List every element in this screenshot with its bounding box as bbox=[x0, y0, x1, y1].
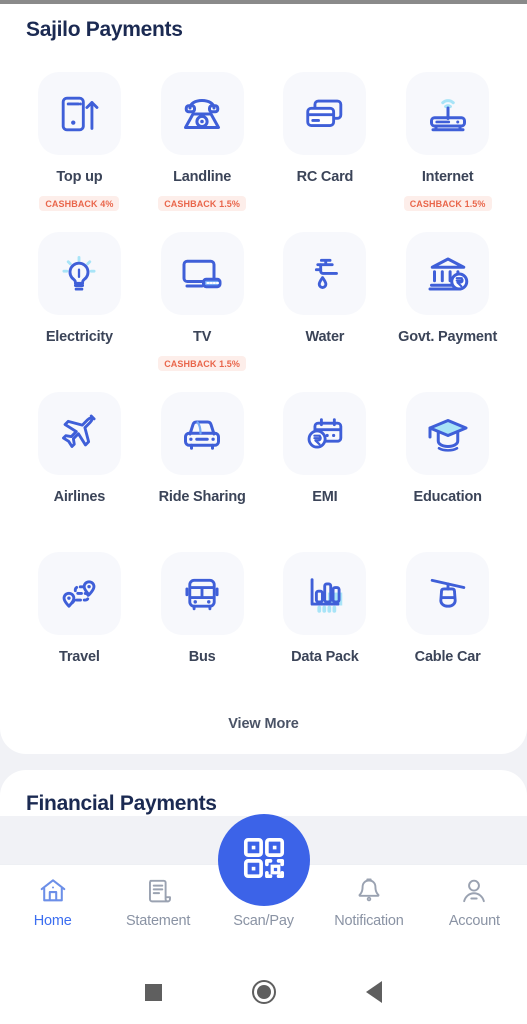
recents-button[interactable] bbox=[99, 983, 209, 1001]
cashback-badge bbox=[73, 516, 85, 521]
cashback-badge bbox=[73, 356, 85, 361]
home-icon bbox=[38, 875, 68, 906]
service-tile-label: Ride Sharing bbox=[158, 489, 246, 505]
service-tile-label: Electricity bbox=[45, 329, 113, 345]
car-icon bbox=[160, 392, 244, 475]
service-tile-internet[interactable]: Internet CASHBACK 1.5% bbox=[386, 64, 509, 224]
view-more-button[interactable]: View More bbox=[228, 716, 299, 732]
bus-icon bbox=[160, 552, 244, 635]
service-tile-label: Top up bbox=[56, 169, 103, 185]
service-tile-data-pack[interactable]: Data Pack bbox=[264, 544, 387, 704]
service-tile-label: Water bbox=[305, 329, 345, 345]
service-tile-top-up[interactable]: Top up CASHBACK 4% bbox=[18, 64, 141, 224]
back-button[interactable] bbox=[319, 981, 429, 1003]
service-tile-label: Data Pack bbox=[291, 649, 359, 665]
service-tile-label: RC Card bbox=[296, 169, 354, 185]
cable-car-icon bbox=[406, 552, 490, 635]
cashback-badge: CASHBACK 4% bbox=[39, 195, 120, 211]
recents-square-icon bbox=[145, 983, 162, 1001]
cashback-badge bbox=[319, 196, 331, 201]
service-tile-airlines[interactable]: Airlines bbox=[18, 384, 141, 544]
route-map-icon bbox=[37, 552, 121, 635]
card-divider-gap bbox=[0, 754, 527, 770]
cashback-badge bbox=[319, 516, 331, 521]
water-tap-icon bbox=[283, 232, 367, 315]
cashback-badge: CASHBACK 1.5% bbox=[158, 355, 247, 371]
credit-cards-icon bbox=[283, 72, 367, 155]
airplane-icon bbox=[37, 392, 121, 475]
television-icon bbox=[160, 232, 244, 315]
cashback-badge bbox=[319, 676, 331, 681]
graduation-cap-icon bbox=[406, 392, 490, 475]
android-system-navigation bbox=[0, 960, 527, 1024]
services-grid: Top up CASHBACK 4% Landline CASHBACK 1.5% … bbox=[0, 42, 527, 704]
financial-payments-title: Financial Payments bbox=[26, 792, 217, 815]
cashback-badge bbox=[196, 516, 208, 521]
qr-code-icon bbox=[241, 835, 287, 886]
cashback-badge: CASHBACK 1.5% bbox=[403, 195, 492, 211]
cashback-badge bbox=[442, 356, 454, 361]
nav-item-label: Statement bbox=[125, 913, 191, 929]
nav-item-label: Account bbox=[448, 913, 500, 929]
service-tile-label: Airlines bbox=[53, 489, 106, 505]
service-tile-bus[interactable]: Bus bbox=[141, 544, 264, 704]
financial-payments-card: Financial Payments bbox=[0, 770, 527, 816]
nav-item-label: Home bbox=[33, 913, 72, 929]
light-bulb-icon bbox=[37, 232, 121, 315]
service-tile-tv[interactable]: TV CASHBACK 1.5% bbox=[141, 224, 264, 384]
service-tile-label: Govt. Payment bbox=[398, 329, 498, 345]
bell-icon bbox=[354, 875, 384, 906]
service-tile-label: Bus bbox=[188, 649, 216, 665]
back-triangle-icon bbox=[365, 981, 382, 1003]
service-tile-cable-car[interactable]: Cable Car bbox=[386, 544, 509, 704]
person-icon bbox=[459, 875, 489, 906]
nav-item-label: Scan/Pay bbox=[233, 913, 294, 929]
statement-icon bbox=[143, 875, 173, 906]
service-tile-label: Education bbox=[413, 489, 482, 505]
service-tile-label: Travel bbox=[59, 649, 100, 665]
service-tile-landline[interactable]: Landline CASHBACK 1.5% bbox=[141, 64, 264, 224]
nav-item-notification[interactable]: Notification bbox=[316, 875, 421, 929]
nav-item-home[interactable]: Home bbox=[0, 875, 105, 929]
nav-item-account[interactable]: Account bbox=[422, 875, 527, 929]
home-button[interactable] bbox=[209, 980, 319, 1004]
nav-item-label: Notification bbox=[334, 913, 404, 929]
service-tile-label: Landline bbox=[173, 169, 232, 185]
page-title: Sajilo Payments bbox=[26, 18, 183, 41]
government-bank-icon bbox=[406, 232, 490, 315]
nav-item-statement[interactable]: Statement bbox=[105, 875, 210, 929]
service-tile-emi[interactable]: EMI bbox=[264, 384, 387, 544]
landline-phone-icon bbox=[160, 72, 244, 155]
service-tile-label: EMI bbox=[312, 489, 338, 505]
cashback-badge bbox=[442, 676, 454, 681]
bar-chart-icon bbox=[283, 552, 367, 635]
calendar-rupee-icon bbox=[283, 392, 367, 475]
service-tile-label: Cable Car bbox=[414, 649, 481, 665]
sajilo-payments-card: Sajilo Payments Top up CASHBACK 4% Landli… bbox=[0, 4, 527, 754]
wifi-router-icon bbox=[406, 72, 490, 155]
cashback-badge bbox=[319, 356, 331, 361]
service-tile-label: TV bbox=[193, 329, 212, 345]
service-tile-travel[interactable]: Travel bbox=[18, 544, 141, 704]
scan-pay-fab[interactable] bbox=[217, 814, 310, 906]
service-tile-rc-card[interactable]: RC Card bbox=[264, 64, 387, 224]
cashback-badge bbox=[442, 516, 454, 521]
mobile-topup-icon bbox=[37, 72, 121, 155]
service-tile-govt-payment[interactable]: Govt. Payment bbox=[386, 224, 509, 384]
cashback-badge bbox=[73, 676, 85, 681]
service-tile-education[interactable]: Education bbox=[386, 384, 509, 544]
cashback-badge bbox=[196, 676, 208, 681]
service-tile-electricity[interactable]: Electricity bbox=[18, 224, 141, 384]
cashback-badge: CASHBACK 1.5% bbox=[158, 195, 247, 211]
view-more-row: View More bbox=[0, 704, 527, 732]
service-tile-ride-sharing[interactable]: Ride Sharing bbox=[141, 384, 264, 544]
service-tile-label: Internet bbox=[421, 169, 474, 185]
home-circle-icon bbox=[251, 980, 276, 1004]
service-tile-water[interactable]: Water bbox=[264, 224, 387, 384]
